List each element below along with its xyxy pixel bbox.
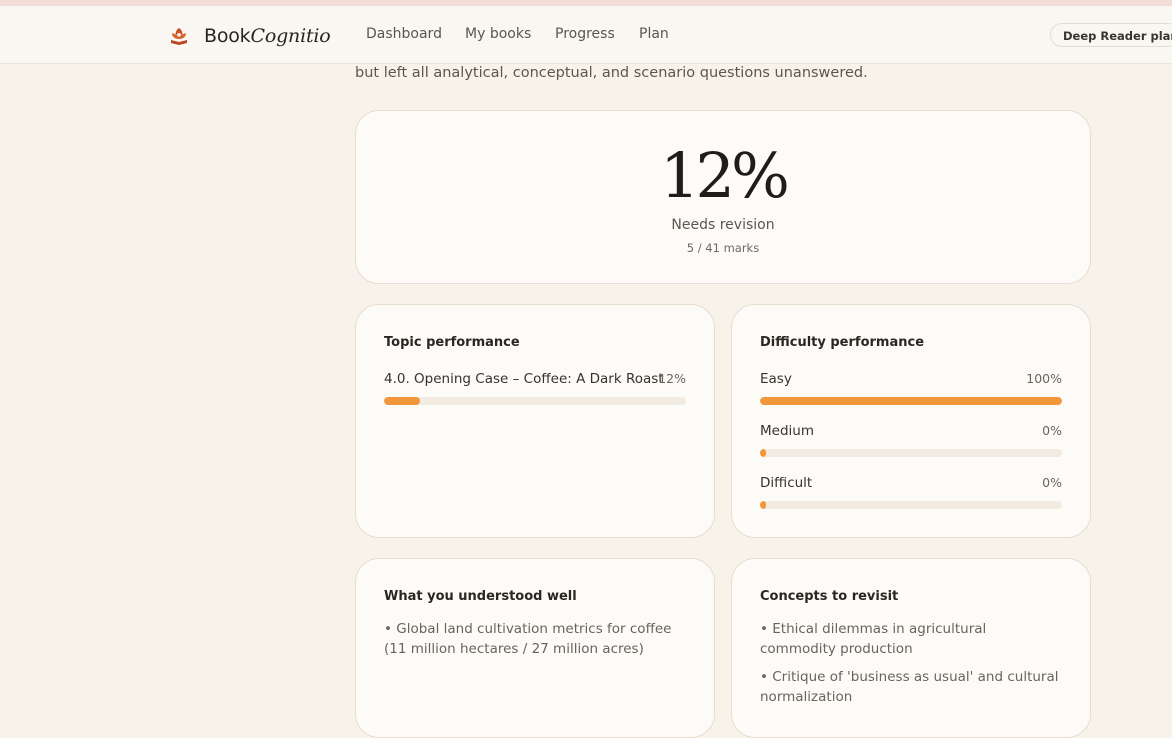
understood-item: • Global land cultivation metrics for co… xyxy=(384,621,672,657)
nav-progress[interactable]: Progress xyxy=(555,26,615,42)
understood-well-card: What you understood well • Global land c… xyxy=(355,558,715,738)
difficulty-performance-title: Difficulty performance xyxy=(760,335,925,350)
score-percentage: 12% xyxy=(660,139,790,212)
brand-logo[interactable]: BookCognitio xyxy=(168,23,331,49)
revisit-item: • Critique of 'business as usual' and cu… xyxy=(760,669,1059,705)
difficulty-row-percent: 0% xyxy=(1042,423,1062,438)
difficulty-row-percent: 0% xyxy=(1042,475,1062,490)
revisit-item: • Ethical dilemmas in agricultural commo… xyxy=(760,621,987,657)
top-navigation: BookCognitio Dashboard My books Progress… xyxy=(0,6,1172,64)
difficulty-progress-fill xyxy=(760,501,766,509)
difficulty-progress-bar xyxy=(760,501,1062,509)
difficulty-row-label: Medium xyxy=(760,423,814,439)
topic-row-label: 4.0. Opening Case – Coffee: A Dark Roast xyxy=(384,371,664,387)
topic-row-percent: 12% xyxy=(658,371,686,386)
difficulty-row-percent: 100% xyxy=(1026,371,1062,386)
nav-dashboard[interactable]: Dashboard xyxy=(366,26,442,42)
score-marks: 5 / 41 marks xyxy=(686,241,760,255)
understood-well-title: What you understood well xyxy=(384,589,577,604)
summary-text: but left all analytical, conceptual, and… xyxy=(355,65,868,81)
difficulty-row-label: Easy xyxy=(760,371,792,387)
difficulty-progress-fill xyxy=(760,449,766,457)
topic-performance-card: Topic performance 4.0. Opening Case – Co… xyxy=(355,304,715,538)
difficulty-progress-bar xyxy=(760,397,1062,405)
deep-reader-plan-button[interactable]: Deep Reader plan xyxy=(1050,23,1172,47)
difficulty-performance-card: Difficulty performance Easy 100% Medium … xyxy=(731,304,1091,538)
difficulty-progress-fill xyxy=(760,397,1062,405)
topic-progress-fill xyxy=(384,397,421,405)
nav-plan[interactable]: Plan xyxy=(639,26,669,42)
difficulty-progress-bar xyxy=(760,449,1062,457)
lotus-book-icon xyxy=(171,28,187,45)
concepts-to-revisit-card: Concepts to revisit • Ethical dilemmas i… xyxy=(731,558,1091,738)
score-status: Needs revision xyxy=(671,217,775,233)
score-card: 12% Needs revision 5 / 41 marks xyxy=(355,110,1091,284)
brand-name: BookCognitio xyxy=(204,25,331,47)
brand-name-book: Book xyxy=(204,25,251,47)
topic-progress-bar xyxy=(384,397,686,405)
difficulty-row-label: Difficult xyxy=(760,475,813,491)
topic-performance-title: Topic performance xyxy=(384,335,520,350)
nav-my-books[interactable]: My books xyxy=(465,26,531,42)
concepts-to-revisit-title: Concepts to revisit xyxy=(760,589,899,604)
brand-name-cognitio: Cognitio xyxy=(250,25,331,47)
